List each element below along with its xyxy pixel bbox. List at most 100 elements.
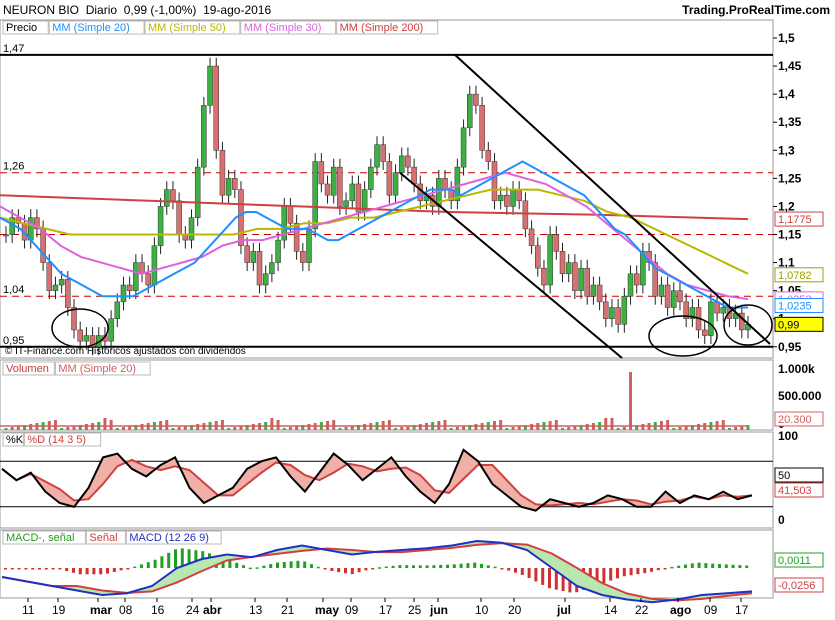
macd-histogram-bar xyxy=(323,568,327,570)
candle-body xyxy=(83,335,90,342)
macd-histogram-bar xyxy=(520,568,524,575)
macd-tag: 0,0011 xyxy=(778,555,811,567)
x-tick-label: jul xyxy=(556,603,571,617)
candle-body xyxy=(528,228,535,246)
volume-bar xyxy=(10,427,14,430)
price-tag: 0,99 xyxy=(778,319,799,331)
candle-body xyxy=(491,161,498,202)
macd-histogram-bar xyxy=(629,568,633,576)
candle-body xyxy=(201,105,207,168)
macd-histogram-bar xyxy=(656,568,660,571)
candle-body xyxy=(380,144,386,162)
volume-bar xyxy=(394,428,398,430)
price-tick-label: 1,3 xyxy=(778,143,795,157)
candle-body xyxy=(621,295,628,325)
candle-body xyxy=(349,183,356,202)
volume-bar xyxy=(344,427,348,430)
candle-body xyxy=(40,228,46,263)
x-tick-label: 14 xyxy=(604,603,618,617)
candle-body xyxy=(485,150,492,162)
macd-histogram-bar xyxy=(514,568,517,573)
macd-histogram-bar xyxy=(248,567,252,570)
x-tick-label: 08 xyxy=(119,603,133,617)
stoch-tag: 50 xyxy=(778,470,790,482)
price-tick-label: 1,25 xyxy=(778,171,802,185)
macd-histogram-bar xyxy=(711,563,715,568)
volume-bar xyxy=(400,427,404,430)
price-legend: MM (Simple 200) xyxy=(340,22,424,34)
volume-bar xyxy=(449,428,453,430)
candle-body xyxy=(256,251,263,286)
candle-body xyxy=(275,239,281,263)
macd-histogram-bar xyxy=(242,565,245,568)
candle-body xyxy=(300,251,306,263)
volume-bar xyxy=(307,424,311,430)
candle-body xyxy=(609,307,615,319)
candle-body xyxy=(368,166,374,190)
stoch-tick-label: 0 xyxy=(778,513,785,527)
macd-legend: MACD (12 26 9) xyxy=(129,532,208,544)
candle-body xyxy=(590,284,597,297)
macd-histogram-bar xyxy=(85,568,89,575)
volume-bar xyxy=(604,418,608,430)
macd-histogram-bar xyxy=(310,564,313,568)
price-tick-label: 1,35 xyxy=(778,115,802,129)
candle-body xyxy=(188,217,195,241)
candle-body xyxy=(330,166,337,196)
volume-bar xyxy=(641,424,645,430)
macd-histogram-bar xyxy=(4,568,7,570)
candle-body xyxy=(133,262,139,291)
candle-body xyxy=(3,234,9,237)
candle-body xyxy=(398,155,405,173)
macd-histogram-bar xyxy=(92,568,96,575)
macd-histogram-bar xyxy=(602,568,606,583)
volume-tick-label: 500.000 xyxy=(778,389,822,403)
price-legend: MM (Simple 30) xyxy=(244,22,322,34)
macd-histogram-bar xyxy=(106,568,109,574)
macd-histogram-bar xyxy=(405,565,409,568)
volume-bar xyxy=(499,420,503,430)
macd-histogram-bar xyxy=(337,568,341,573)
candle-body xyxy=(46,262,53,291)
candle-body xyxy=(343,200,349,207)
volume-bar xyxy=(678,427,682,430)
volume-bar xyxy=(332,420,336,430)
price-tick-label: 1,2 xyxy=(778,199,795,213)
candle-body xyxy=(572,262,578,291)
x-tick-label: jun xyxy=(429,603,448,617)
macd-histogram-bar xyxy=(439,564,443,568)
macd-histogram-bar xyxy=(357,568,361,573)
chart-canvas: 1,51,451,41,351,31,251,21,151,11,0510,95… xyxy=(0,19,824,617)
candle-body xyxy=(114,301,121,319)
volume-bar xyxy=(109,420,113,430)
candle-body xyxy=(71,307,77,331)
level-label: 1,26 xyxy=(3,161,24,173)
macd-histogram-bar xyxy=(500,568,504,570)
candle-body xyxy=(664,284,671,308)
macd-histogram-bar xyxy=(112,568,116,572)
macd-histogram-bar xyxy=(704,563,708,568)
candle-body xyxy=(287,206,294,224)
macd-histogram-bar xyxy=(677,565,681,568)
macd-histogram-bar xyxy=(493,566,497,569)
macd-histogram-bar xyxy=(235,562,239,568)
candle-body xyxy=(442,178,448,190)
volume-bar xyxy=(629,372,633,430)
candle-body xyxy=(473,93,479,106)
price-tick-label: 1,15 xyxy=(778,227,802,241)
candle-body xyxy=(145,273,151,286)
x-tick-label: 09 xyxy=(704,603,718,617)
level-label: 1,47 xyxy=(3,43,24,55)
macd-histogram-bar xyxy=(378,567,381,569)
volume-bar xyxy=(567,427,571,430)
x-tick-label: 22 xyxy=(635,603,649,617)
price-tick-label: 1,4 xyxy=(778,87,795,101)
macd-histogram-bar xyxy=(78,568,82,575)
volume-bar xyxy=(103,418,107,430)
macd-histogram-bar xyxy=(697,562,701,568)
candle-body xyxy=(151,245,158,286)
macd-histogram-bar xyxy=(384,566,388,569)
macd-histogram-bar xyxy=(126,568,130,570)
candle-body xyxy=(497,194,504,202)
x-tick-label: 16 xyxy=(151,603,165,617)
